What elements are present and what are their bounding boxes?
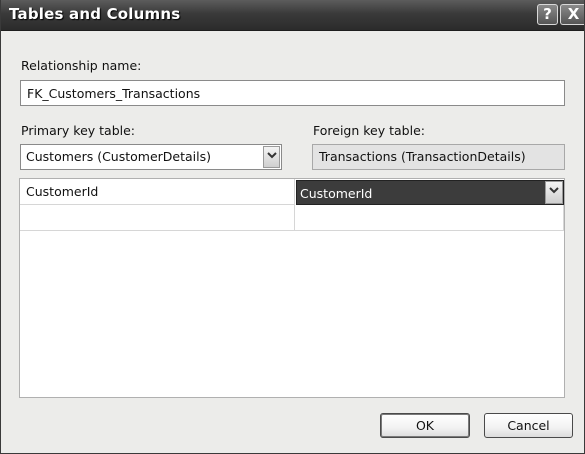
relationship-name-label: Relationship name: xyxy=(21,58,142,73)
column-mapping-grid: CustomerId CustomerId xyxy=(19,178,565,398)
ok-button[interactable]: OK xyxy=(380,413,470,438)
primary-key-table-label: Primary key table: xyxy=(21,123,136,138)
foreign-key-table-label: Foreign key table: xyxy=(313,123,425,138)
close-button[interactable]: X xyxy=(560,4,584,25)
tables-and-columns-dialog: Tables and Columns ? X Relationship name… xyxy=(0,0,585,454)
foreign-column-select[interactable]: CustomerId xyxy=(296,180,564,205)
title-bar[interactable]: Tables and Columns ? X xyxy=(1,0,584,31)
foreign-column-value: CustomerId xyxy=(300,186,373,201)
primary-key-table-value: Customers (CustomerDetails) xyxy=(26,149,212,164)
chevron-down-icon xyxy=(549,187,559,194)
foreign-key-table-field: Transactions (TransactionDetails) xyxy=(312,144,565,170)
primary-column-cell-empty[interactable] xyxy=(20,205,295,231)
foreign-column-dropdown-button[interactable] xyxy=(545,181,563,204)
relationship-name-input[interactable] xyxy=(20,80,565,106)
primary-column-cell[interactable]: CustomerId xyxy=(20,179,295,205)
foreign-key-table-value: Transactions (TransactionDetails) xyxy=(319,149,526,164)
foreign-column-cell-empty[interactable] xyxy=(295,205,564,231)
help-button[interactable]: ? xyxy=(537,4,558,25)
primary-key-dropdown-button[interactable] xyxy=(263,146,280,168)
primary-key-table-select[interactable]: Customers (CustomerDetails) xyxy=(20,144,282,170)
dialog-title: Tables and Columns xyxy=(9,5,181,23)
primary-column-value: CustomerId xyxy=(26,184,99,199)
cancel-button[interactable]: Cancel xyxy=(484,413,573,438)
chevron-down-icon xyxy=(267,152,277,159)
